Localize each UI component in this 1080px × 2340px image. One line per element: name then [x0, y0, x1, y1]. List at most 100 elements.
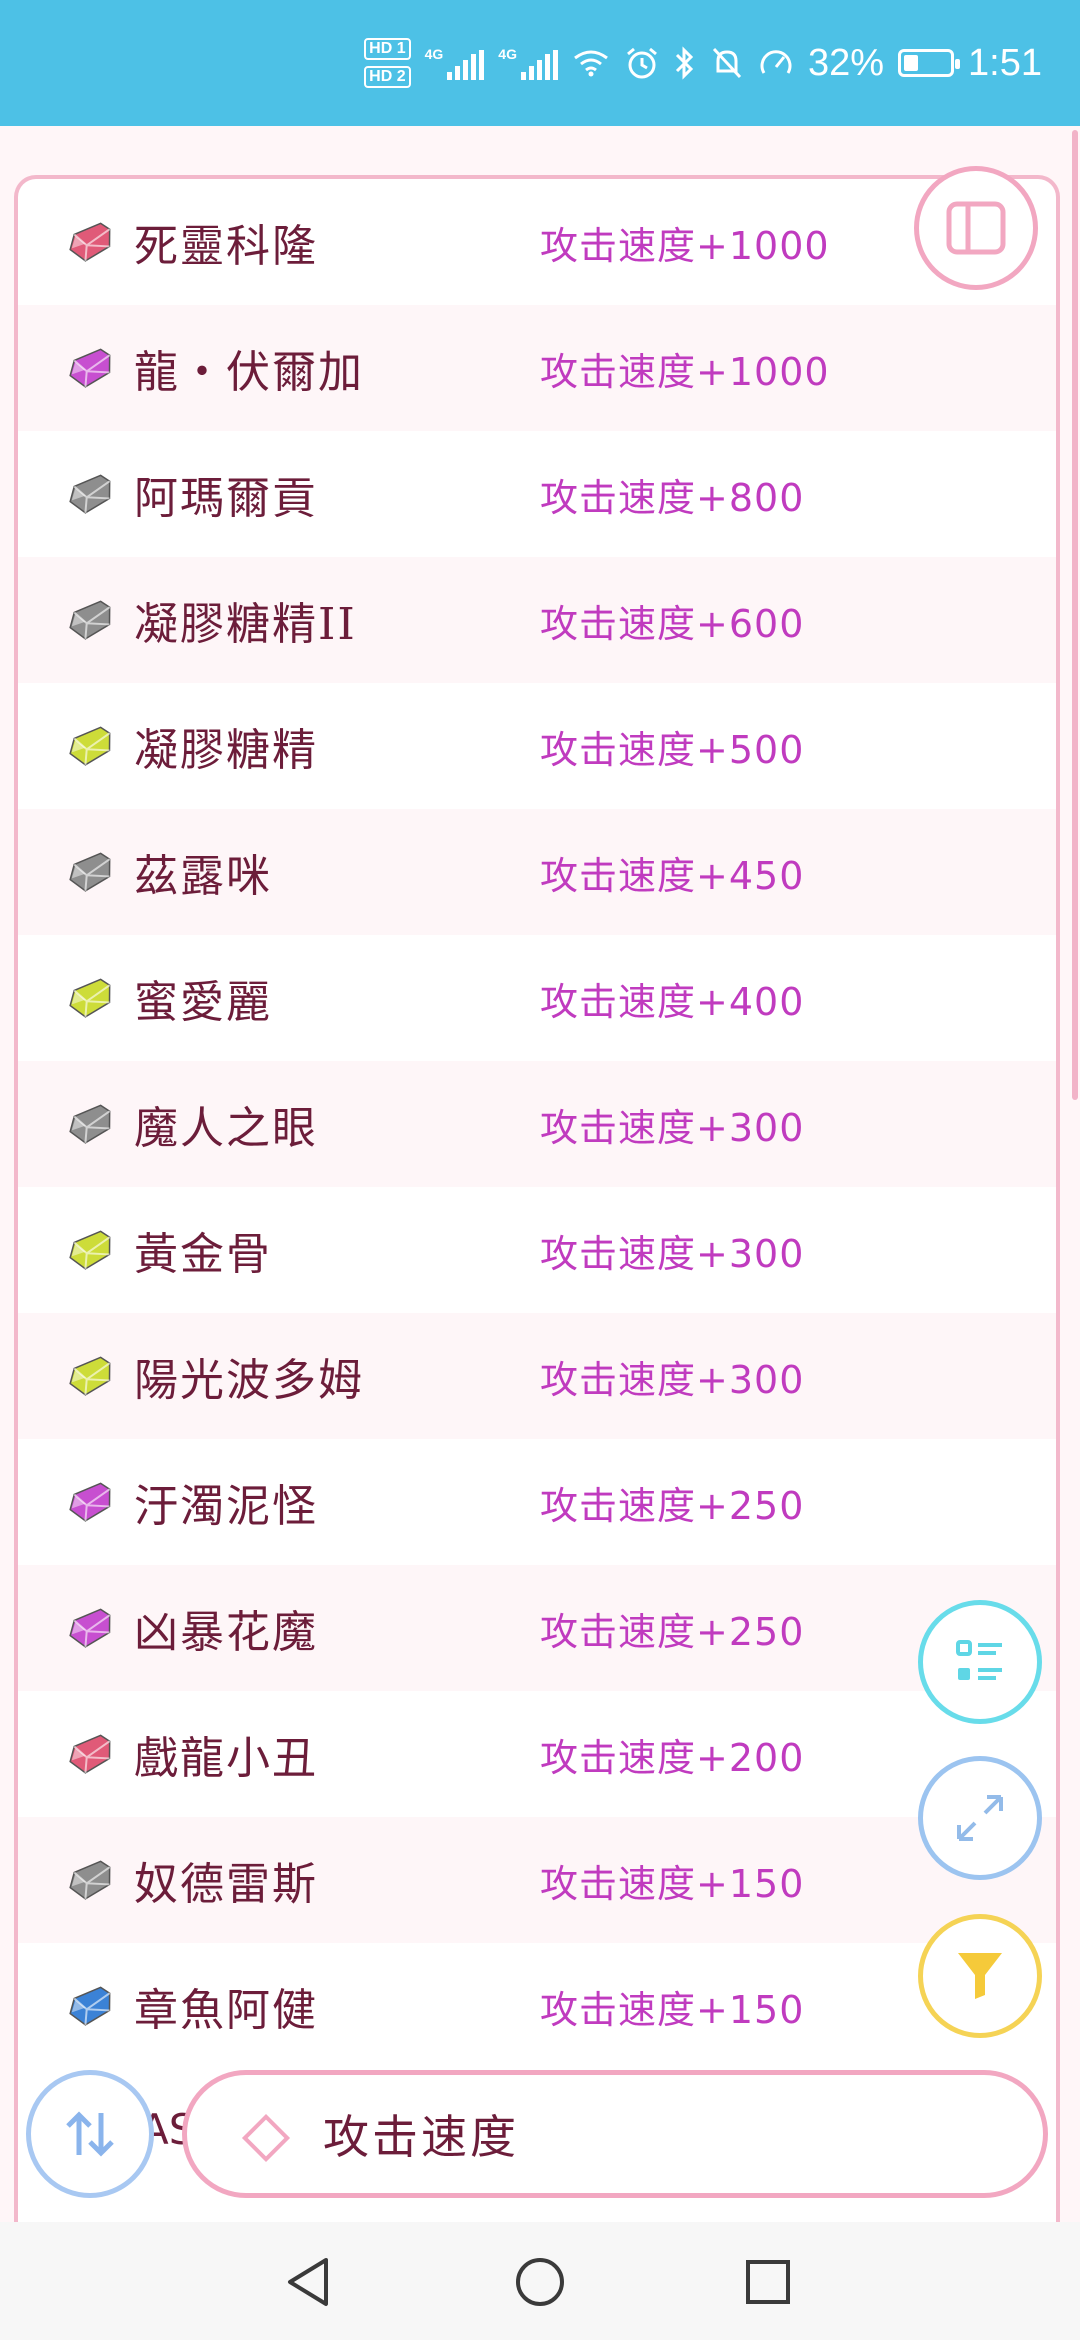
list-item[interactable]: 奴德雷斯 攻击速度+150 — [18, 1817, 1056, 1943]
crystal-icon — [69, 726, 111, 766]
battery-icon — [898, 49, 961, 77]
item-stat: 攻击速度+800 — [540, 475, 805, 520]
crystal-icon — [69, 1482, 111, 1522]
list-item[interactable]: 汙濁泥怪 攻击速度+250 — [18, 1439, 1056, 1565]
list-item[interactable]: 魔人之眼 攻击速度+300 — [18, 1061, 1056, 1187]
crystal-icon — [69, 600, 111, 640]
recents-icon[interactable] — [744, 2258, 792, 2306]
list-item[interactable]: 茲露咪 攻击速度+450 — [18, 809, 1056, 935]
item-name: 章魚阿健 — [134, 1985, 318, 2036]
crystal-icon — [69, 1986, 111, 2026]
network-2-label: 4G — [498, 46, 517, 62]
battery-fill — [904, 55, 919, 71]
item-name: 魔人之眼 — [134, 1103, 318, 1154]
home-icon[interactable] — [514, 2256, 566, 2308]
network-1-label: 4G — [424, 46, 444, 62]
search-value[interactable]: 攻击速度 — [323, 2101, 519, 2167]
hd-indicator: HD 1 HD 2 — [364, 38, 411, 88]
clock: 1:51 — [968, 41, 1042, 84]
item-stat: 攻击速度+450 — [540, 853, 805, 898]
list-item[interactable]: 蜜愛麗 攻击速度+400 — [18, 935, 1056, 1061]
alarm-icon — [627, 47, 657, 79]
expand-icon — [957, 1795, 1003, 1841]
crystal-icon — [69, 1356, 111, 1396]
crystal-icon — [69, 1230, 111, 1270]
item-stat: 攻击速度+500 — [540, 727, 805, 772]
signal-2: 4G — [498, 46, 558, 80]
crystal-icon — [69, 474, 111, 514]
speed-icon — [760, 50, 792, 74]
hd1-label: HD 1 — [364, 38, 411, 60]
sort-button[interactable] — [26, 2070, 154, 2198]
item-stat: 攻击速度+300 — [540, 1357, 805, 1402]
diamond-icon — [241, 2113, 291, 2163]
list-item[interactable]: 凝膠糖精 攻击速度+500 — [18, 683, 1056, 809]
scrollbar-thumb[interactable] — [1072, 130, 1078, 1100]
search-bar[interactable]: 攻击速度 — [182, 2070, 1048, 2198]
list-view-button[interactable] — [918, 1600, 1042, 1724]
list-item[interactable]: 章魚阿健 攻击速度+150 — [18, 1943, 1056, 2069]
item-name: 茲露咪 — [134, 851, 272, 902]
mute-icon — [712, 47, 742, 79]
list-item[interactable]: 凝膠糖精II 攻击速度+600 — [18, 557, 1056, 683]
list-item[interactable]: 死靈科隆 攻击速度+1000 — [18, 179, 1056, 305]
signal-bars-icon — [447, 50, 485, 80]
filter-icon — [958, 1953, 1002, 1999]
sidebar-panel-icon — [946, 201, 1006, 255]
list-item[interactable]: 阿瑪爾貢 攻击速度+800 — [18, 431, 1056, 557]
hd2-label: HD 2 — [364, 66, 411, 88]
navigation-bar — [0, 2222, 1080, 2340]
item-stat: 攻击速度+1000 — [540, 223, 830, 268]
crystal-icon — [69, 1608, 111, 1648]
filter-button[interactable] — [918, 1914, 1042, 2038]
crystal-icon — [69, 348, 111, 388]
list-item[interactable]: 龍・伏爾加 攻击速度+1000 — [18, 305, 1056, 431]
item-stat: 攻击速度+300 — [540, 1105, 805, 1150]
signal-bars-icon — [520, 50, 558, 80]
bluetooth-icon — [675, 46, 694, 80]
item-name: 凝膠糖精 — [134, 725, 318, 776]
item-name: 戲龍小丑 — [134, 1733, 318, 1784]
sort-arrows-icon — [66, 2111, 114, 2157]
list-icon — [956, 1640, 1002, 1680]
item-stat: 攻击速度+150 — [540, 1987, 805, 2032]
item-stat: 攻击速度+600 — [540, 601, 805, 646]
item-name: 黃金骨 — [134, 1229, 272, 1280]
item-name: 蜜愛麗 — [134, 977, 272, 1028]
wifi-icon — [574, 50, 608, 77]
status-icons: HD 1 HD 2 4G 4G 32% 1:51 — [364, 0, 1042, 126]
crystal-icon — [69, 1104, 111, 1144]
list-item[interactable]: 黃金骨 攻击速度+300 — [18, 1187, 1056, 1313]
list-item[interactable]: 戲龍小丑 攻击速度+200 — [18, 1691, 1056, 1817]
crystal-icon — [69, 222, 111, 262]
item-name: 汙濁泥怪 — [134, 1481, 318, 1532]
status-bar: HD 1 HD 2 4G 4G 32% 1:51 — [0, 0, 1080, 126]
item-stat: 攻击速度+250 — [540, 1609, 805, 1654]
item-stat: 攻击速度+250 — [540, 1483, 805, 1528]
monster-list[interactable]: 死靈科隆 攻击速度+1000 龍・伏爾加 攻击速度+1000 阿瑪爾貢 攻击速度+800 凝… — [14, 175, 1060, 2295]
item-name: 奴德雷斯 — [134, 1859, 318, 1910]
item-name: 阿瑪爾貢 — [134, 473, 318, 524]
crystal-icon — [69, 1860, 111, 1900]
item-stat: 攻击速度+1000 — [540, 349, 830, 394]
item-name: 凶暴花魔 — [134, 1607, 318, 1658]
item-name: 陽光波多姆 — [134, 1355, 364, 1406]
crystal-icon — [69, 852, 111, 892]
battery-percent: 32% — [807, 41, 885, 84]
crystal-icon — [69, 1734, 111, 1774]
list-item[interactable]: 陽光波多姆 攻击速度+300 — [18, 1313, 1056, 1439]
item-stat: 攻击速度+150 — [540, 1861, 805, 1906]
panel-toggle-button[interactable] — [914, 166, 1038, 290]
crystal-icon — [69, 978, 111, 1018]
item-stat: 攻击速度+300 — [540, 1231, 805, 1276]
list-item[interactable]: 凶暴花魔 攻击速度+250 — [18, 1565, 1056, 1691]
item-name: 死靈科隆 — [134, 221, 318, 272]
scrollbar[interactable] — [1072, 130, 1078, 1490]
expand-button[interactable] — [918, 1756, 1042, 1880]
item-name: 凝膠糖精II — [134, 599, 357, 650]
item-name: 龍・伏爾加 — [134, 347, 364, 398]
signal-1: 4G — [425, 46, 485, 80]
item-stat: 攻击速度+200 — [540, 1735, 805, 1780]
back-icon[interactable] — [284, 2256, 334, 2308]
item-stat: 攻击速度+400 — [540, 979, 805, 1024]
